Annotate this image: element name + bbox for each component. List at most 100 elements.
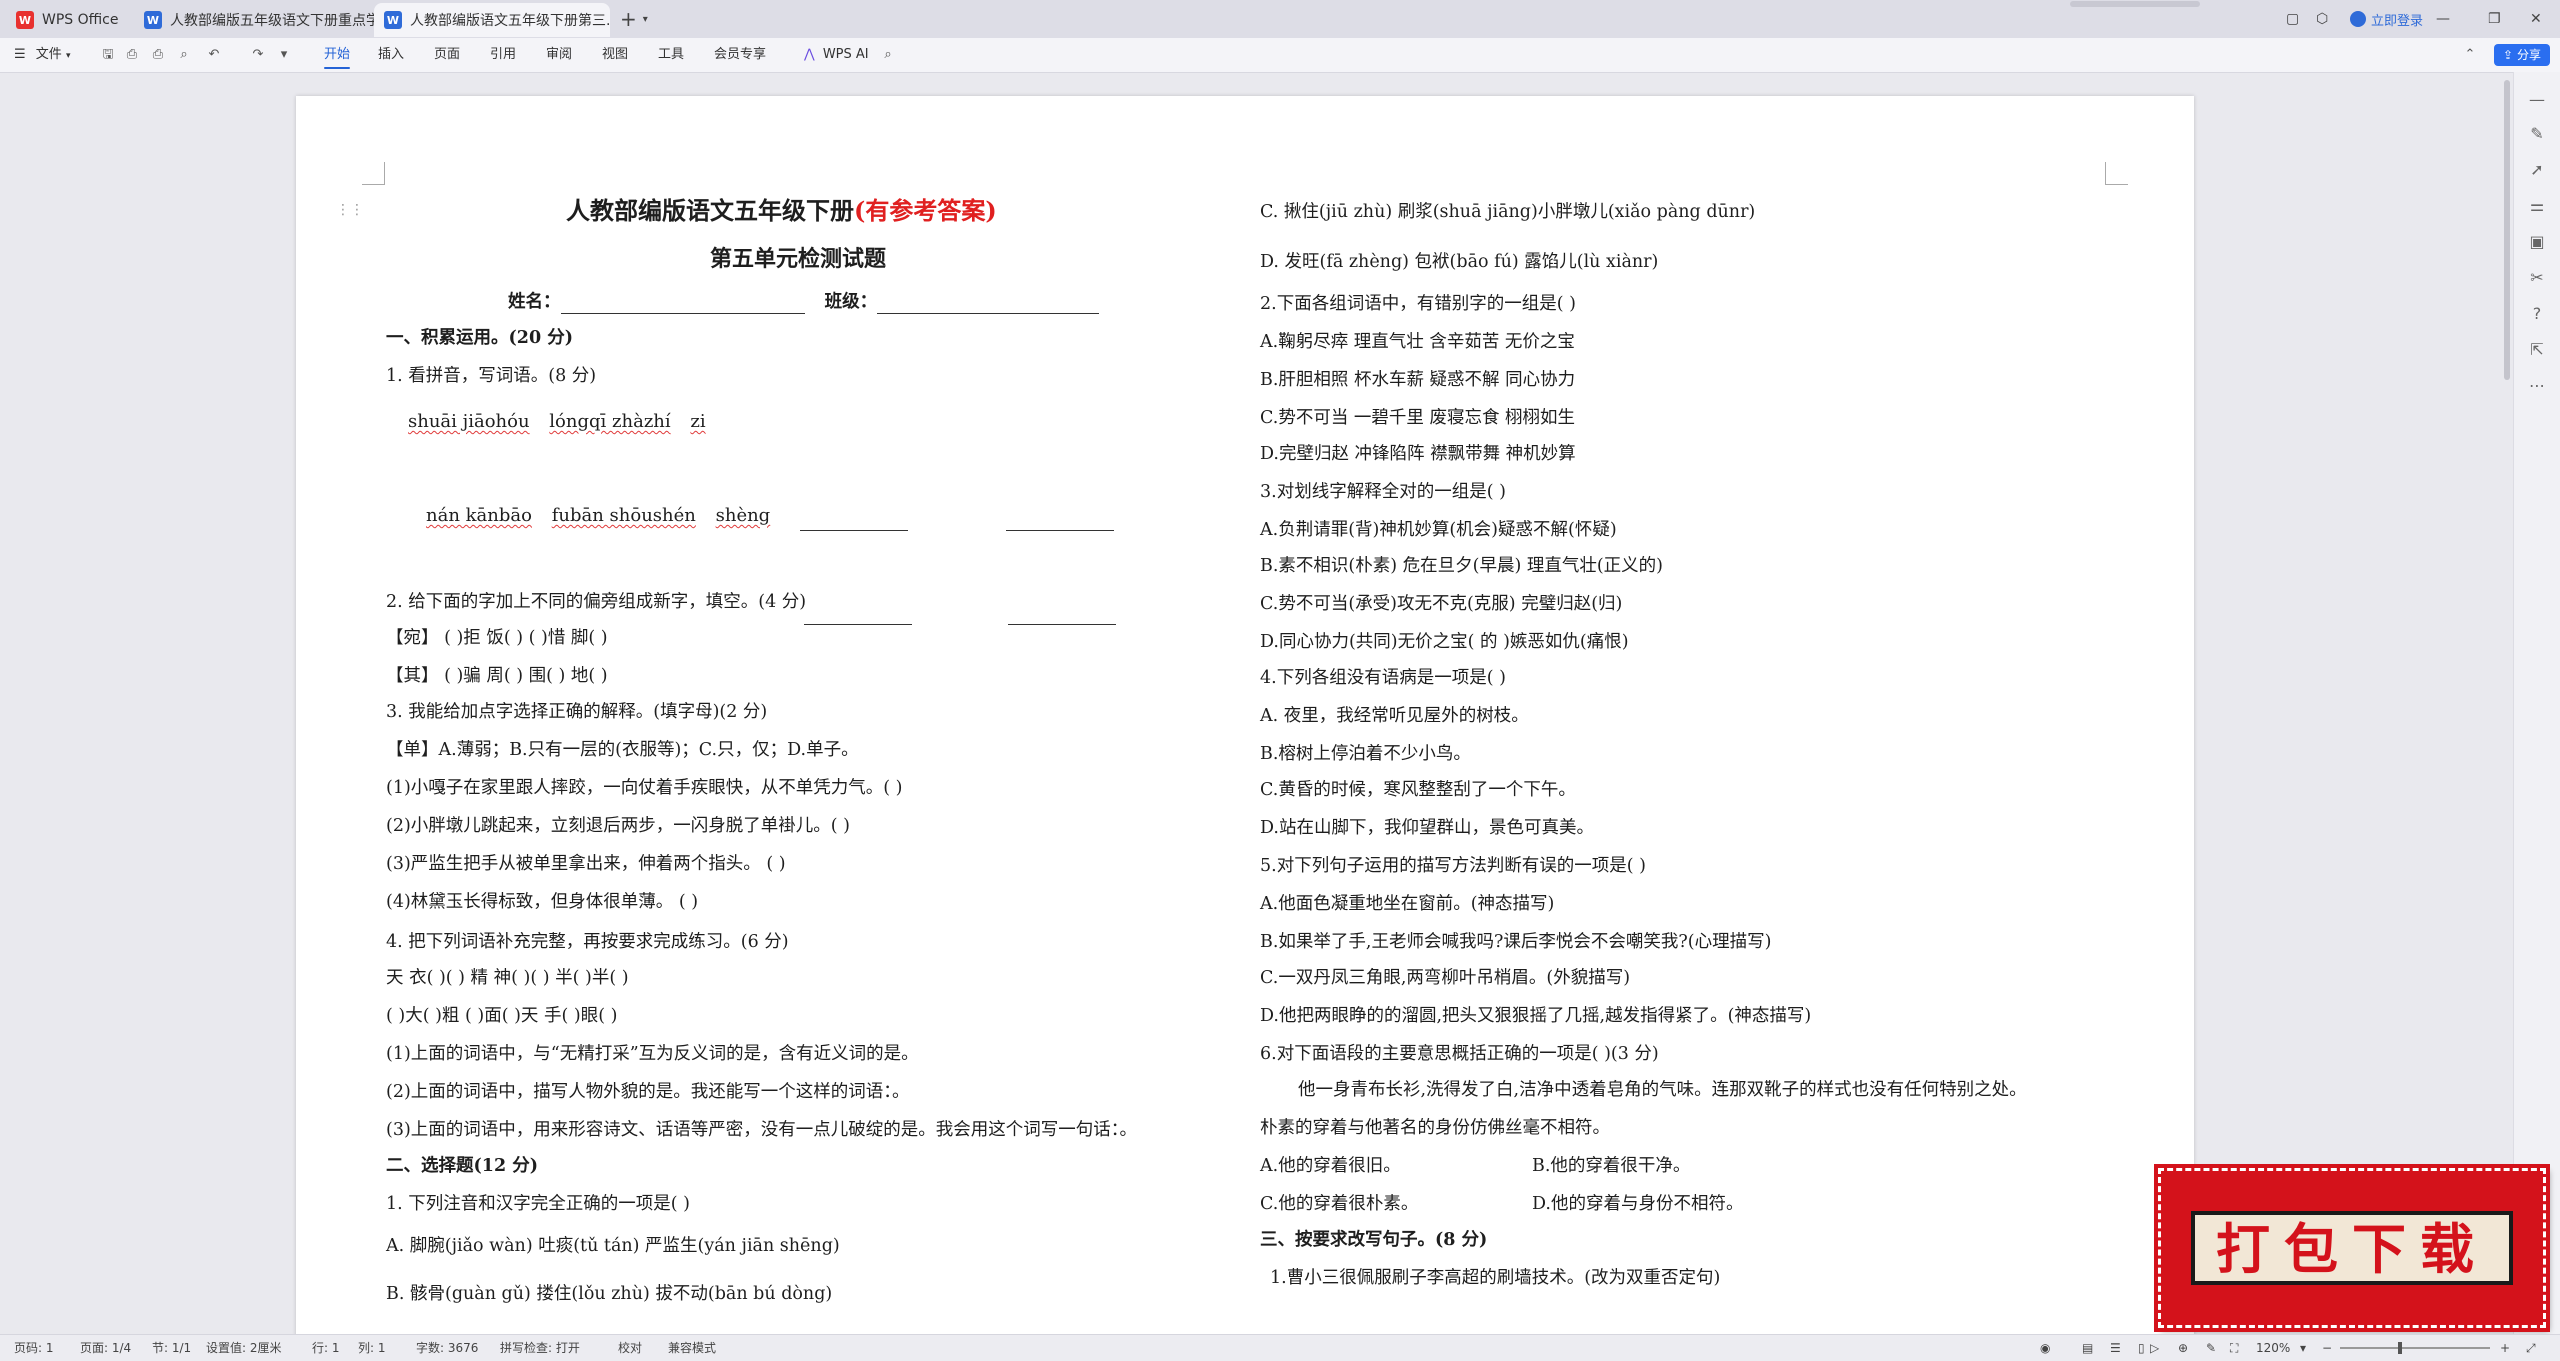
- download-package-badge[interactable]: 打包下载: [2158, 1168, 2546, 1328]
- zoom-slider-thumb[interactable]: [2398, 1342, 2402, 1354]
- drag-handle[interactable]: [2070, 1, 2200, 7]
- help-icon[interactable]: ?: [2527, 304, 2547, 324]
- vertical-scrollbar[interactable]: [2502, 72, 2512, 1334]
- option-text: 【单】A.薄弱；B.只有一层的(衣服等)；C.只，仅；D.单子。: [386, 740, 859, 760]
- option-text: C. 揪住(jiū zhù) 刷浆(shuā jiāng)小胖墩儿(xiǎo p…: [1260, 202, 1756, 222]
- status-setting[interactable]: 设置值: 2厘米: [206, 1335, 282, 1361]
- name-blank[interactable]: [560, 295, 805, 314]
- save-icon[interactable]: 🖫: [100, 47, 116, 63]
- option-text: D.同心协力(共同)无价之宝( 的 )嫉恶如仇(痛恨): [1260, 632, 1629, 652]
- sub-question: (4)林黛玉长得标致，但身体很单薄。 ( ): [386, 892, 699, 912]
- more-quick-icon[interactable]: ▾: [276, 47, 292, 63]
- class-blank[interactable]: [877, 295, 1100, 314]
- fill-row: ( )大( )粗 ( )面( )天 手( )眼( ): [386, 1006, 618, 1026]
- print-preview-icon[interactable]: ⌕: [176, 47, 192, 63]
- plus-icon: +: [620, 7, 637, 31]
- wps-ai-button[interactable]: ⋀ WPS AI: [804, 38, 869, 72]
- question-text: 4. 把下列词语补充完整，再按要求完成练习。(6 分): [386, 932, 789, 952]
- page-view-icon[interactable]: ▤: [2082, 1335, 2093, 1361]
- login-button[interactable]: 立即登录: [2350, 0, 2423, 38]
- adjust-icon[interactable]: ⚌: [2527, 196, 2547, 216]
- export-pdf-icon[interactable]: ⎙: [124, 47, 140, 63]
- option-text: A.他的穿着很旧。: [1260, 1156, 1401, 1176]
- tab-document-2[interactable]: W 人教部编版语文五年级下册第三... ✕: [374, 3, 610, 37]
- answer-blank[interactable]: [804, 606, 912, 625]
- menu-tools[interactable]: 工具: [658, 38, 684, 72]
- document-page[interactable]: ⋮⋮ 人教部编版语文五年级下册(有参考答案) 第五单元检测试题 姓名： 班级： …: [296, 96, 2194, 1346]
- search-icon[interactable]: ⌕: [880, 47, 896, 63]
- select-cursor-icon[interactable]: ➚: [2527, 160, 2547, 180]
- status-proofread[interactable]: 校对: [618, 1335, 642, 1361]
- box-icon[interactable]: ⬡: [2316, 0, 2328, 38]
- section-heading: 一、积累运用。(20 分): [386, 328, 574, 348]
- collapse-icon[interactable]: —: [2527, 90, 2547, 110]
- status-wordcount[interactable]: 字数: 3676: [416, 1335, 478, 1361]
- status-spellcheck[interactable]: 拼写检查: 打开: [500, 1335, 580, 1361]
- print-icon[interactable]: ⎙: [150, 47, 166, 63]
- outline-view-icon[interactable]: ☰: [2110, 1335, 2121, 1361]
- minimize-button[interactable]: —: [2436, 0, 2450, 38]
- restore-button[interactable]: ❐: [2488, 0, 2501, 38]
- status-compat: 兼容模式: [668, 1341, 717, 1355]
- undo-icon[interactable]: ↶: [206, 47, 222, 63]
- answer-blank[interactable]: [800, 512, 908, 531]
- paragraph-drag-icon[interactable]: ⋮⋮: [336, 202, 364, 218]
- eye-icon[interactable]: ◉: [2040, 1335, 2050, 1361]
- share-box-icon[interactable]: ⇱: [2527, 340, 2547, 360]
- menu-reference[interactable]: 引用: [490, 38, 516, 72]
- status-page[interactable]: 页面: 1/4: [80, 1335, 131, 1361]
- zoom-dropdown-icon[interactable]: ▾: [2300, 1335, 2306, 1361]
- title-answer-tag: (有参考答案): [854, 196, 997, 225]
- image-icon[interactable]: ▣: [2527, 232, 2547, 252]
- question-text: 3.对划线字解释全对的一组是( ): [1260, 482, 1506, 502]
- status-section[interactable]: 节: 1/1: [152, 1335, 191, 1361]
- question-text: 4.下列各组没有语病是一项是( ): [1260, 668, 1506, 688]
- menu-review[interactable]: 审阅: [546, 38, 572, 72]
- zoom-level[interactable]: 120%: [2256, 1335, 2290, 1361]
- menu-start[interactable]: 开始: [324, 38, 351, 72]
- sub-question: (3)上面的词语中，用来形容诗文、话语等严密，没有一点儿破绽的是。我会用这个词写…: [386, 1120, 1138, 1140]
- tab-wps-home[interactable]: W WPS Office: [6, 3, 134, 37]
- tab-document-1[interactable]: W 人教部编版五年级语文下册重点学校...: [134, 3, 374, 37]
- answer-blank[interactable]: [1006, 512, 1114, 531]
- edit-pen-icon[interactable]: ✎: [2527, 124, 2547, 144]
- answer-blank[interactable]: [1008, 606, 1116, 625]
- status-row[interactable]: 行: 1: [312, 1335, 340, 1361]
- play-icon[interactable]: ▷: [2150, 1335, 2159, 1361]
- scroll-thumb[interactable]: [2504, 80, 2510, 380]
- menu-insert[interactable]: 插入: [378, 38, 404, 72]
- option-text: B.榕树上停泊着不少小鸟。: [1260, 744, 1471, 764]
- pinyin-item: zi: [690, 411, 706, 432]
- zoom-in-icon[interactable]: +: [2500, 1335, 2510, 1361]
- status-col[interactable]: 列: 1: [358, 1335, 386, 1361]
- pinyin-item: lóngqī zhàzhí: [549, 411, 671, 432]
- menu-member[interactable]: 会员专享: [714, 38, 766, 72]
- pinyin-row: shuāi jiāohóu lóngqī zhàzhí zi: [408, 410, 706, 434]
- window-layout-icon[interactable]: ▢: [2286, 0, 2299, 38]
- more-icon[interactable]: ⋯: [2527, 376, 2547, 396]
- close-window-button[interactable]: ✕: [2530, 0, 2542, 38]
- fit-window-icon[interactable]: ⛶: [2230, 1335, 2238, 1361]
- new-tab-button[interactable]: + ▾: [620, 0, 648, 38]
- question-text: 3. 我能给加点字选择正确的解释。(填字母)(2 分): [386, 702, 768, 722]
- share-button[interactable]: ⇪ 分享: [2494, 44, 2550, 66]
- collapse-ribbon-icon[interactable]: ⌃: [2462, 47, 2478, 63]
- zoom-slider[interactable]: [2340, 1342, 2490, 1354]
- pen-view-icon[interactable]: ✎: [2206, 1335, 2216, 1361]
- tools-icon[interactable]: ✂: [2527, 268, 2547, 288]
- tab-label: 人教部编版五年级语文下册重点学校...: [170, 13, 374, 29]
- web-view-icon[interactable]: ⊕: [2178, 1335, 2188, 1361]
- margin-corner: [2105, 162, 2128, 185]
- redo-icon[interactable]: ↷: [250, 47, 266, 63]
- file-menu[interactable]: ☰ 文件 ▾: [14, 38, 70, 72]
- class-label: 班级：: [824, 292, 878, 312]
- fullscreen-icon[interactable]: ⤢: [2526, 1335, 2536, 1361]
- menu-page[interactable]: 页面: [434, 38, 460, 72]
- zoom-out-icon[interactable]: −: [2322, 1335, 2332, 1361]
- status-page-code[interactable]: 页码: 1: [14, 1335, 54, 1361]
- option-text: D.他的穿着与身份不相符。: [1532, 1194, 1744, 1214]
- read-view-icon[interactable]: ▯: [2138, 1335, 2145, 1361]
- sub-question: (1)上面的词语中，与“无精打采”互为反义词的是，含有近义词的是。: [386, 1044, 919, 1064]
- sub-question: (2)上面的词语中，描写人物外貌的是。我还能写一个这样的词语：。: [386, 1082, 910, 1102]
- menu-view[interactable]: 视图: [602, 38, 628, 72]
